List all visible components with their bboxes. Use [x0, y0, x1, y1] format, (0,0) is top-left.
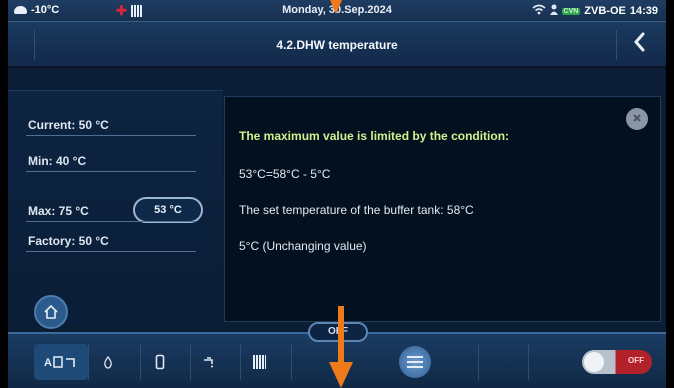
divider — [26, 251, 196, 252]
nav-tap[interactable] — [190, 344, 228, 380]
menu-button[interactable] — [399, 346, 431, 378]
nav-heating-mode[interactable]: A — [34, 344, 88, 380]
toggle-knob — [584, 352, 604, 372]
min-value: Min: 40 °C — [28, 154, 87, 168]
svg-text:A: A — [44, 357, 52, 369]
menu-icon-line — [407, 361, 423, 363]
condition-heading: The maximum value is limited by the cond… — [239, 129, 510, 143]
power-toggle[interactable]: OFF — [582, 350, 652, 374]
home-button[interactable] — [34, 295, 68, 329]
nav-divider — [291, 344, 292, 380]
app-frame: -10°C ✚ Monday, 30.Sep.2024 CVN ZVB-OE 1… — [8, 0, 666, 388]
user-icon — [549, 4, 558, 18]
flame-icon — [103, 355, 112, 369]
status-right: CVN ZVB-OE 14:39 — [532, 4, 658, 18]
clock: 14:39 — [629, 5, 658, 17]
arrow-down-icon — [329, 306, 353, 388]
info-message-box: The maximum value is limited by the cond… — [224, 96, 661, 322]
nav-flame[interactable] — [88, 344, 126, 380]
back-button[interactable] — [626, 32, 652, 58]
tap-icon — [203, 357, 213, 368]
close-button[interactable] — [626, 108, 648, 130]
nav-divider — [528, 344, 529, 380]
nav-divider — [478, 344, 479, 380]
heating-mode-icon: A — [44, 356, 75, 369]
home-icon — [44, 304, 58, 319]
page-title: 4.2.DHW temperature — [276, 38, 398, 52]
arrow-down-icon — [330, 0, 342, 14]
wifi-icon — [532, 4, 546, 18]
power-toggle-label: OFF — [628, 356, 644, 365]
chevron-left-icon — [634, 32, 645, 52]
divider — [26, 171, 196, 172]
buffer-temperature: The set temperature of the buffer tank: … — [239, 203, 474, 217]
factory-value: Factory: 50 °C — [28, 234, 109, 248]
radiator-icon — [253, 355, 266, 369]
max-value: Max: 75 °C — [28, 204, 89, 218]
network-badge: CVN — [561, 7, 581, 15]
divider — [26, 135, 196, 136]
menu-icon-line — [407, 366, 423, 368]
condition-formula: 53°C=58°C - 5°C — [239, 167, 331, 181]
device-name: ZVB-OE — [584, 5, 626, 17]
menu-icon-line — [407, 356, 423, 358]
close-icon — [633, 114, 641, 122]
nav-radiator[interactable] — [240, 344, 278, 380]
nav-boiler[interactable] — [140, 344, 178, 380]
main-content: Current: 50 °C Min: 40 °C Max: 75 °C 53 … — [8, 70, 666, 329]
boiler-icon — [155, 354, 164, 370]
divider — [26, 221, 196, 222]
set-value-button[interactable]: 53 °C — [133, 197, 203, 223]
limits-panel: Current: 50 °C Min: 40 °C Max: 75 °C 53 … — [8, 90, 223, 329]
current-value: Current: 50 °C — [28, 118, 109, 132]
title-bar: 4.2.DHW temperature — [8, 22, 666, 68]
constant-value: 5°C (Unchanging value) — [239, 239, 367, 253]
